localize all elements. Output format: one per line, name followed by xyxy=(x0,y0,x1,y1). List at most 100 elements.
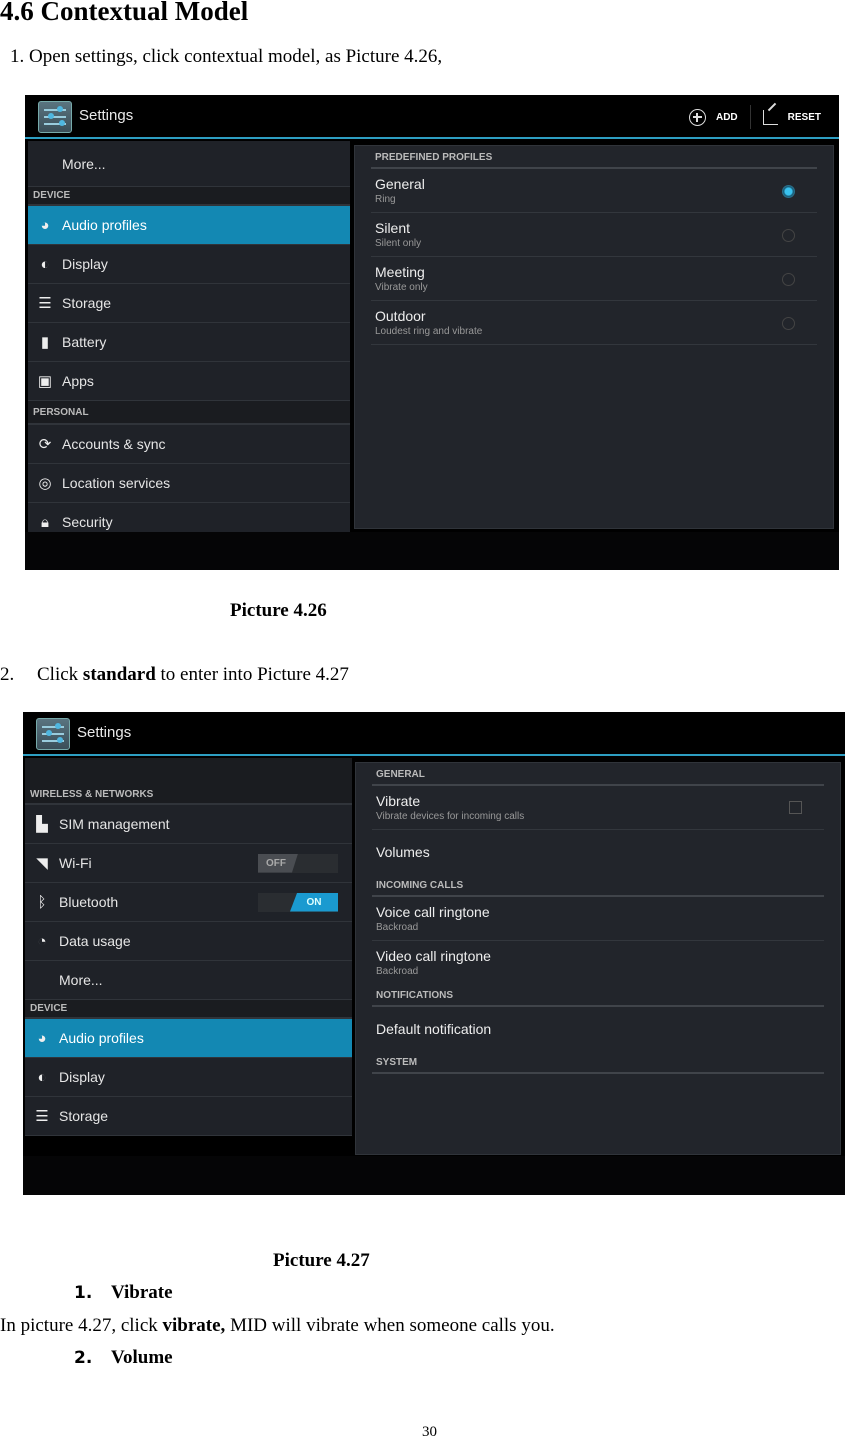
section-header-incoming-calls: INCOMING CALLS xyxy=(372,874,824,897)
paragraph-text: MID will vibrate when someone calls you. xyxy=(225,1315,555,1336)
subheading-vibrate: 1. Vibrate xyxy=(74,1282,173,1304)
setting-volumes[interactable]: Volumes xyxy=(372,830,824,874)
display-icon: ◐ xyxy=(37,1068,47,1086)
profile-subtitle: Vibrate only xyxy=(375,282,428,293)
radio-unselected-icon[interactable] xyxy=(782,272,795,286)
audio-settings-pane: GENERAL Vibrate Vibrate devices for inco… xyxy=(355,762,841,1155)
settings-app-icon xyxy=(36,718,70,750)
profile-title: General xyxy=(375,176,425,192)
sidebar-item-sim-management[interactable]: ▙ SIM management xyxy=(25,805,352,844)
sidebar-item-storage[interactable]: ☰ Storage xyxy=(28,284,350,323)
sidebar-item-label: SIM management xyxy=(59,816,170,832)
action-divider xyxy=(749,105,751,129)
subheading-number: 2. xyxy=(74,1348,93,1368)
vibrate-checkbox[interactable] xyxy=(789,800,802,814)
settings-sidebar: More... DEVICE ◕ Audio profiles ◐ Displa… xyxy=(28,141,350,542)
figure-caption-4-26: Picture 4.26 xyxy=(230,600,327,621)
sidebar-item-accounts-sync[interactable]: ⟳ Accounts & sync xyxy=(28,425,350,464)
data-usage-icon: ◔ xyxy=(37,932,47,950)
profile-subtitle: Silent only xyxy=(375,238,422,249)
step-2-text: 2. Click standard to enter into Picture 4… xyxy=(0,664,349,686)
sidebar-item-label: Display xyxy=(62,256,108,272)
sidebar-item-location-services[interactable]: ◎ Location services xyxy=(28,464,350,503)
sidebar-item-battery[interactable]: ▮ Battery xyxy=(28,323,350,362)
app-title: Settings xyxy=(79,107,134,124)
profiles-pane: PREDEFINED PROFILES General Ring Silent … xyxy=(354,145,834,529)
profile-title: Meeting xyxy=(375,264,425,280)
sidebar-item-display[interactable]: ◐ Display xyxy=(28,245,350,284)
bluetooth-toggle[interactable]: ON xyxy=(258,892,338,912)
setting-title: Voice call ringtone xyxy=(376,904,490,920)
paragraph-text: In picture 4.27, click xyxy=(0,1315,163,1336)
vibrate-description: In picture 4.27, click vibrate, MID will… xyxy=(0,1315,555,1337)
sidebar-item-more[interactable]: More... xyxy=(25,961,352,1000)
profile-title: Outdoor xyxy=(375,308,426,324)
sidebar-item-apps[interactable]: ▣ Apps xyxy=(28,362,350,401)
setting-default-notification[interactable]: Default notification xyxy=(372,1007,824,1051)
sidebar-item-label: Accounts & sync xyxy=(62,436,166,452)
reset-icon xyxy=(762,109,778,125)
figure-caption-4-27: Picture 4.27 xyxy=(273,1250,370,1271)
step-number: 2. xyxy=(0,664,15,685)
subheading-label: Vibrate xyxy=(111,1282,173,1303)
add-circle-icon xyxy=(688,108,706,126)
sidebar-item-label: Audio profiles xyxy=(62,217,147,233)
paragraph-bold-text: vibrate, xyxy=(162,1315,226,1336)
section-header-general: GENERAL xyxy=(372,763,824,786)
radio-selected-icon[interactable] xyxy=(782,184,795,198)
page-number: 30 xyxy=(422,1424,437,1440)
sidebar-item-label: More... xyxy=(59,972,103,988)
profile-silent[interactable]: Silent Silent only xyxy=(371,213,817,257)
sidebar-item-audio-profiles[interactable]: ◕ Audio profiles xyxy=(28,206,350,245)
screenshot-audio-settings: Settings WIRELESS & NETWORKS ▙ SIM manag… xyxy=(23,712,845,1195)
setting-subtitle: Backroad xyxy=(376,922,419,933)
action-bar: Settings ADD RESET xyxy=(25,95,839,139)
step-text: Click xyxy=(37,664,83,685)
sidebar-item-label: Display xyxy=(59,1069,105,1085)
profile-outdoor[interactable]: Outdoor Loudest ring and vibrate xyxy=(371,301,817,345)
subheading-number: 1. xyxy=(74,1283,93,1303)
app-title: Settings xyxy=(77,724,132,741)
bluetooth-icon: ᛒ xyxy=(37,893,47,911)
radio-unselected-icon[interactable] xyxy=(782,228,795,242)
display-icon: ◐ xyxy=(40,255,50,273)
sidebar-item-storage[interactable]: ☰ Storage xyxy=(25,1097,352,1136)
sim-icon: ▙ xyxy=(36,816,48,833)
section-header-wireless: WIRELESS & NETWORKS xyxy=(25,786,352,805)
reset-button[interactable]: RESET xyxy=(755,109,829,125)
setting-video-call-ringtone[interactable]: Video call ringtone Backroad xyxy=(372,941,824,984)
setting-subtitle: Backroad xyxy=(376,966,419,977)
section-header-predefined-profiles: PREDEFINED PROFILES xyxy=(371,146,817,169)
system-navigation-bar xyxy=(25,532,839,570)
step-text: to enter into Picture 4.27 xyxy=(155,664,349,685)
audio-profiles-icon: ◕ xyxy=(37,1029,47,1047)
section-header-device: DEVICE xyxy=(25,1000,352,1019)
profile-subtitle: Ring xyxy=(375,194,396,205)
profile-meeting[interactable]: Meeting Vibrate only xyxy=(371,257,817,301)
wifi-toggle[interactable]: OFF xyxy=(258,853,338,873)
section-header-personal: PERSONAL xyxy=(28,401,350,425)
radio-unselected-icon[interactable] xyxy=(782,316,795,330)
setting-voice-call-ringtone[interactable]: Voice call ringtone Backroad xyxy=(372,897,824,941)
action-bar: Settings xyxy=(23,712,845,756)
settings-sidebar: WIRELESS & NETWORKS ▙ SIM management ◥ W… xyxy=(25,758,352,1136)
sidebar-item-audio-profiles[interactable]: ◕ Audio profiles xyxy=(25,1019,352,1058)
system-navigation-bar xyxy=(23,1156,845,1195)
audio-profiles-icon: ◕ xyxy=(40,216,50,234)
wifi-icon: ◥ xyxy=(36,855,48,872)
sidebar-item-label: Security xyxy=(62,514,113,530)
apps-icon: ▣ xyxy=(37,373,53,390)
profile-title: Silent xyxy=(375,220,411,236)
setting-vibrate[interactable]: Vibrate Vibrate devices for incoming cal… xyxy=(372,786,824,830)
sidebar-item-display[interactable]: ◐ Display xyxy=(25,1058,352,1097)
sidebar-item-label: Location services xyxy=(62,475,171,491)
sidebar-item-data-usage[interactable]: ◔ Data usage xyxy=(25,922,352,961)
screenshot-audio-profiles: Settings ADD RESET More... DEVICE ◕ Audi… xyxy=(25,95,839,570)
profile-general[interactable]: General Ring xyxy=(371,169,817,213)
add-button[interactable]: ADD xyxy=(681,108,746,126)
battery-icon: ▮ xyxy=(40,334,50,351)
step-1-text: 1. Open settings, click contextual model… xyxy=(10,46,443,67)
sidebar-item-bluetooth[interactable]: ᛒ Bluetooth ON xyxy=(25,883,352,922)
sidebar-item-wifi[interactable]: ◥ Wi-Fi OFF xyxy=(25,844,352,883)
sidebar-item-more[interactable]: More... xyxy=(28,141,350,187)
